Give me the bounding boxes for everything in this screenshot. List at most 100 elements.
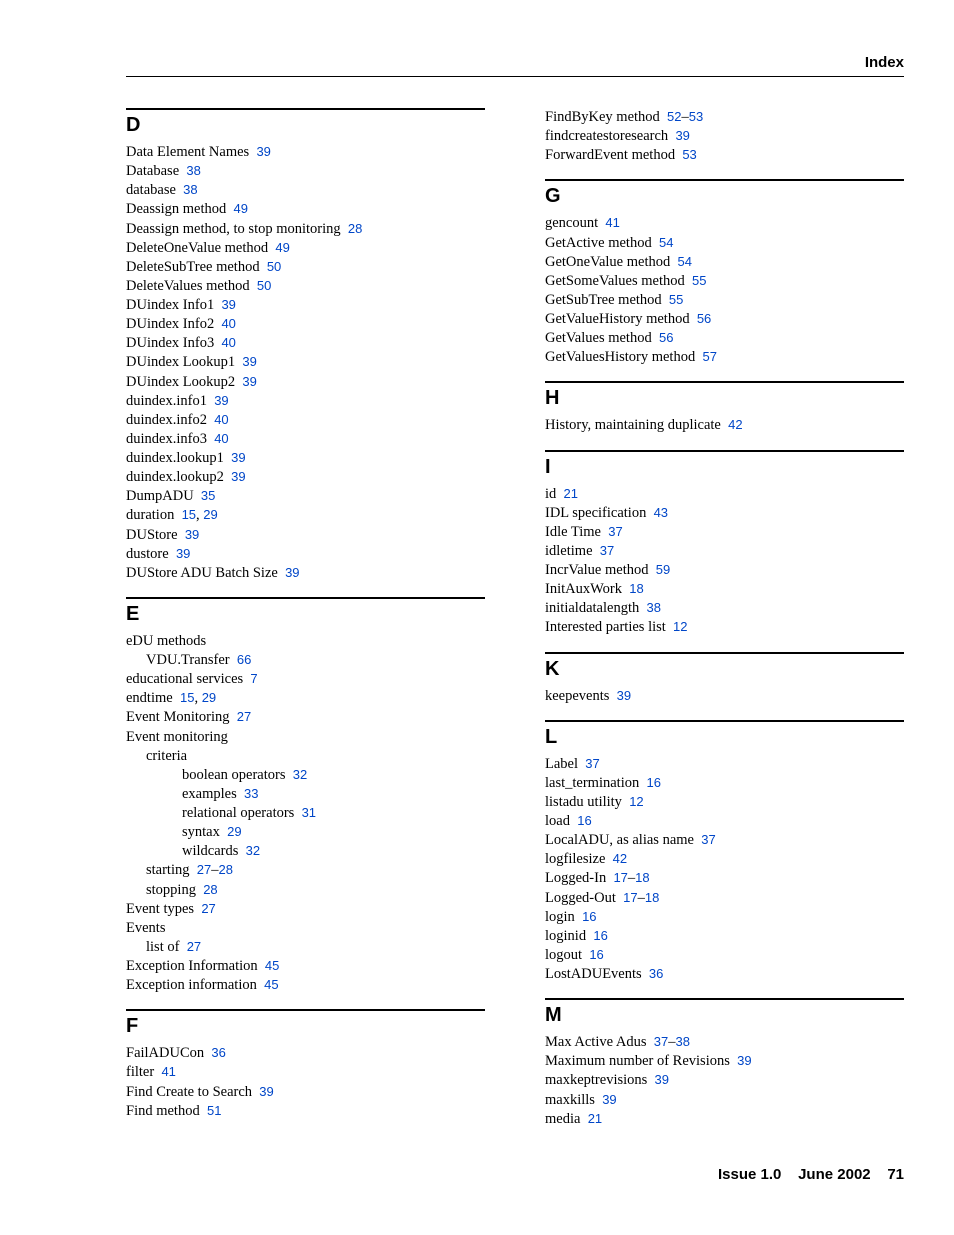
index-entry: database 38 xyxy=(126,181,485,200)
page-ref[interactable]: 12 xyxy=(673,619,687,634)
page-ref[interactable]: 39 xyxy=(231,450,245,465)
page-ref[interactable]: 56 xyxy=(697,311,711,326)
page-ref[interactable]: 28 xyxy=(203,882,217,897)
page-ref[interactable]: 49 xyxy=(275,240,289,255)
page-ref[interactable]: 49 xyxy=(234,201,248,216)
page-ref[interactable]: 31 xyxy=(302,805,316,820)
page-ref[interactable]: 52 xyxy=(667,109,681,124)
index-entry: media 21 xyxy=(545,1110,904,1129)
page-ref[interactable]: 54 xyxy=(659,235,673,250)
page-ref[interactable]: 39 xyxy=(602,1092,616,1107)
page-ref[interactable]: 39 xyxy=(617,688,631,703)
page-ref[interactable]: 7 xyxy=(250,671,257,686)
page-ref[interactable]: 39 xyxy=(259,1084,273,1099)
page-ref[interactable]: 39 xyxy=(675,128,689,143)
page-ref[interactable]: 18 xyxy=(635,870,649,885)
page-ref[interactable]: 18 xyxy=(645,890,659,905)
page-ref[interactable]: 29 xyxy=(227,824,241,839)
page-ref[interactable]: 39 xyxy=(285,565,299,580)
page-ref[interactable]: 41 xyxy=(161,1064,175,1079)
page-ref[interactable]: 39 xyxy=(176,546,190,561)
page-ref[interactable]: 15 xyxy=(180,690,194,705)
page-ref[interactable]: 55 xyxy=(669,292,683,307)
page-ref[interactable]: 39 xyxy=(185,527,199,542)
page-ref[interactable]: 28 xyxy=(348,221,362,236)
page-ref[interactable]: 27 xyxy=(197,862,211,877)
page-ref[interactable]: 37 xyxy=(701,832,715,847)
page-ref[interactable]: 41 xyxy=(605,215,619,230)
page-ref[interactable]: 37 xyxy=(585,756,599,771)
page-ref[interactable]: 39 xyxy=(737,1053,751,1068)
index-entry-text: examples xyxy=(182,786,237,802)
page-ref[interactable]: 39 xyxy=(242,374,256,389)
page-ref[interactable]: 51 xyxy=(207,1103,221,1118)
index-entry-text: gencount xyxy=(545,215,598,231)
page-ref[interactable]: 27 xyxy=(201,901,215,916)
page-ref[interactable]: 16 xyxy=(646,775,660,790)
index-entry-text: DUindex Info3 xyxy=(126,335,214,351)
page-ref[interactable]: 21 xyxy=(564,486,578,501)
page-ref[interactable]: 37 xyxy=(608,524,622,539)
page-ref[interactable]: 50 xyxy=(267,259,281,274)
page-ref[interactable]: 18 xyxy=(629,581,643,596)
page-ref[interactable]: 53 xyxy=(682,147,696,162)
page-ref[interactable]: 39 xyxy=(256,144,270,159)
page-ref[interactable]: 55 xyxy=(692,273,706,288)
page-ref[interactable]: 16 xyxy=(589,947,603,962)
page-ref[interactable]: 16 xyxy=(582,909,596,924)
page-ref[interactable]: 21 xyxy=(588,1111,602,1126)
page-ref[interactable]: 39 xyxy=(214,393,228,408)
index-entry-text: dustore xyxy=(126,546,169,562)
page-ref[interactable]: 16 xyxy=(593,928,607,943)
page-ref[interactable]: 43 xyxy=(654,505,668,520)
page-ref[interactable]: 39 xyxy=(221,297,235,312)
page-ref[interactable]: 42 xyxy=(728,417,742,432)
footer-date: June 2002 xyxy=(798,1166,871,1183)
page-ref[interactable]: 28 xyxy=(218,862,232,877)
page-ref[interactable]: 56 xyxy=(659,330,673,345)
index-entry: dustore 39 xyxy=(126,545,485,564)
page-ref[interactable]: 32 xyxy=(246,843,260,858)
page-ref[interactable]: 38 xyxy=(186,163,200,178)
page-ref[interactable]: 27 xyxy=(187,939,201,954)
page-ref[interactable]: 57 xyxy=(702,349,716,364)
page-ref[interactable]: 29 xyxy=(202,690,216,705)
page-ref[interactable]: 45 xyxy=(264,977,278,992)
page-ref[interactable]: 50 xyxy=(257,278,271,293)
page-ref[interactable]: 27 xyxy=(237,709,251,724)
page-ref[interactable]: 53 xyxy=(689,109,703,124)
page-ref[interactable]: 36 xyxy=(211,1045,225,1060)
page-ref[interactable]: 40 xyxy=(214,431,228,446)
page-ref[interactable]: 40 xyxy=(221,316,235,331)
footer-issue: Issue 1.0 xyxy=(718,1166,781,1183)
index-entry-text: InitAuxWork xyxy=(545,581,622,597)
page-ref[interactable]: 38 xyxy=(675,1034,689,1049)
index-entry-text: criteria xyxy=(146,748,187,764)
page-ref[interactable]: 35 xyxy=(201,488,215,503)
page-ref[interactable]: 37 xyxy=(600,543,614,558)
page-ref[interactable]: 42 xyxy=(613,851,627,866)
page-ref[interactable]: 37 xyxy=(654,1034,668,1049)
page-ref[interactable]: 39 xyxy=(242,354,256,369)
page-ref[interactable]: 39 xyxy=(231,469,245,484)
page-ref[interactable]: 15 xyxy=(182,507,196,522)
page-ref[interactable]: 29 xyxy=(203,507,217,522)
page-ref[interactable]: 40 xyxy=(214,412,228,427)
index-entry: duindex.lookup2 39 xyxy=(126,468,485,487)
page-ref[interactable]: 36 xyxy=(649,966,663,981)
page-ref[interactable]: 17 xyxy=(613,870,627,885)
index-entry: ForwardEvent method 53 xyxy=(545,146,904,165)
page-ref[interactable]: 16 xyxy=(577,813,591,828)
page-ref[interactable]: 40 xyxy=(221,335,235,350)
page-ref[interactable]: 66 xyxy=(237,652,251,667)
page-ref[interactable]: 32 xyxy=(293,767,307,782)
page-ref[interactable]: 59 xyxy=(656,562,670,577)
page-ref[interactable]: 38 xyxy=(646,600,660,615)
page-ref[interactable]: 12 xyxy=(629,794,643,809)
page-ref[interactable]: 33 xyxy=(244,786,258,801)
page-ref[interactable]: 17 xyxy=(623,890,637,905)
page-ref[interactable]: 38 xyxy=(183,182,197,197)
page-ref[interactable]: 54 xyxy=(677,254,691,269)
page-ref[interactable]: 45 xyxy=(265,958,279,973)
page-ref[interactable]: 39 xyxy=(655,1072,669,1087)
